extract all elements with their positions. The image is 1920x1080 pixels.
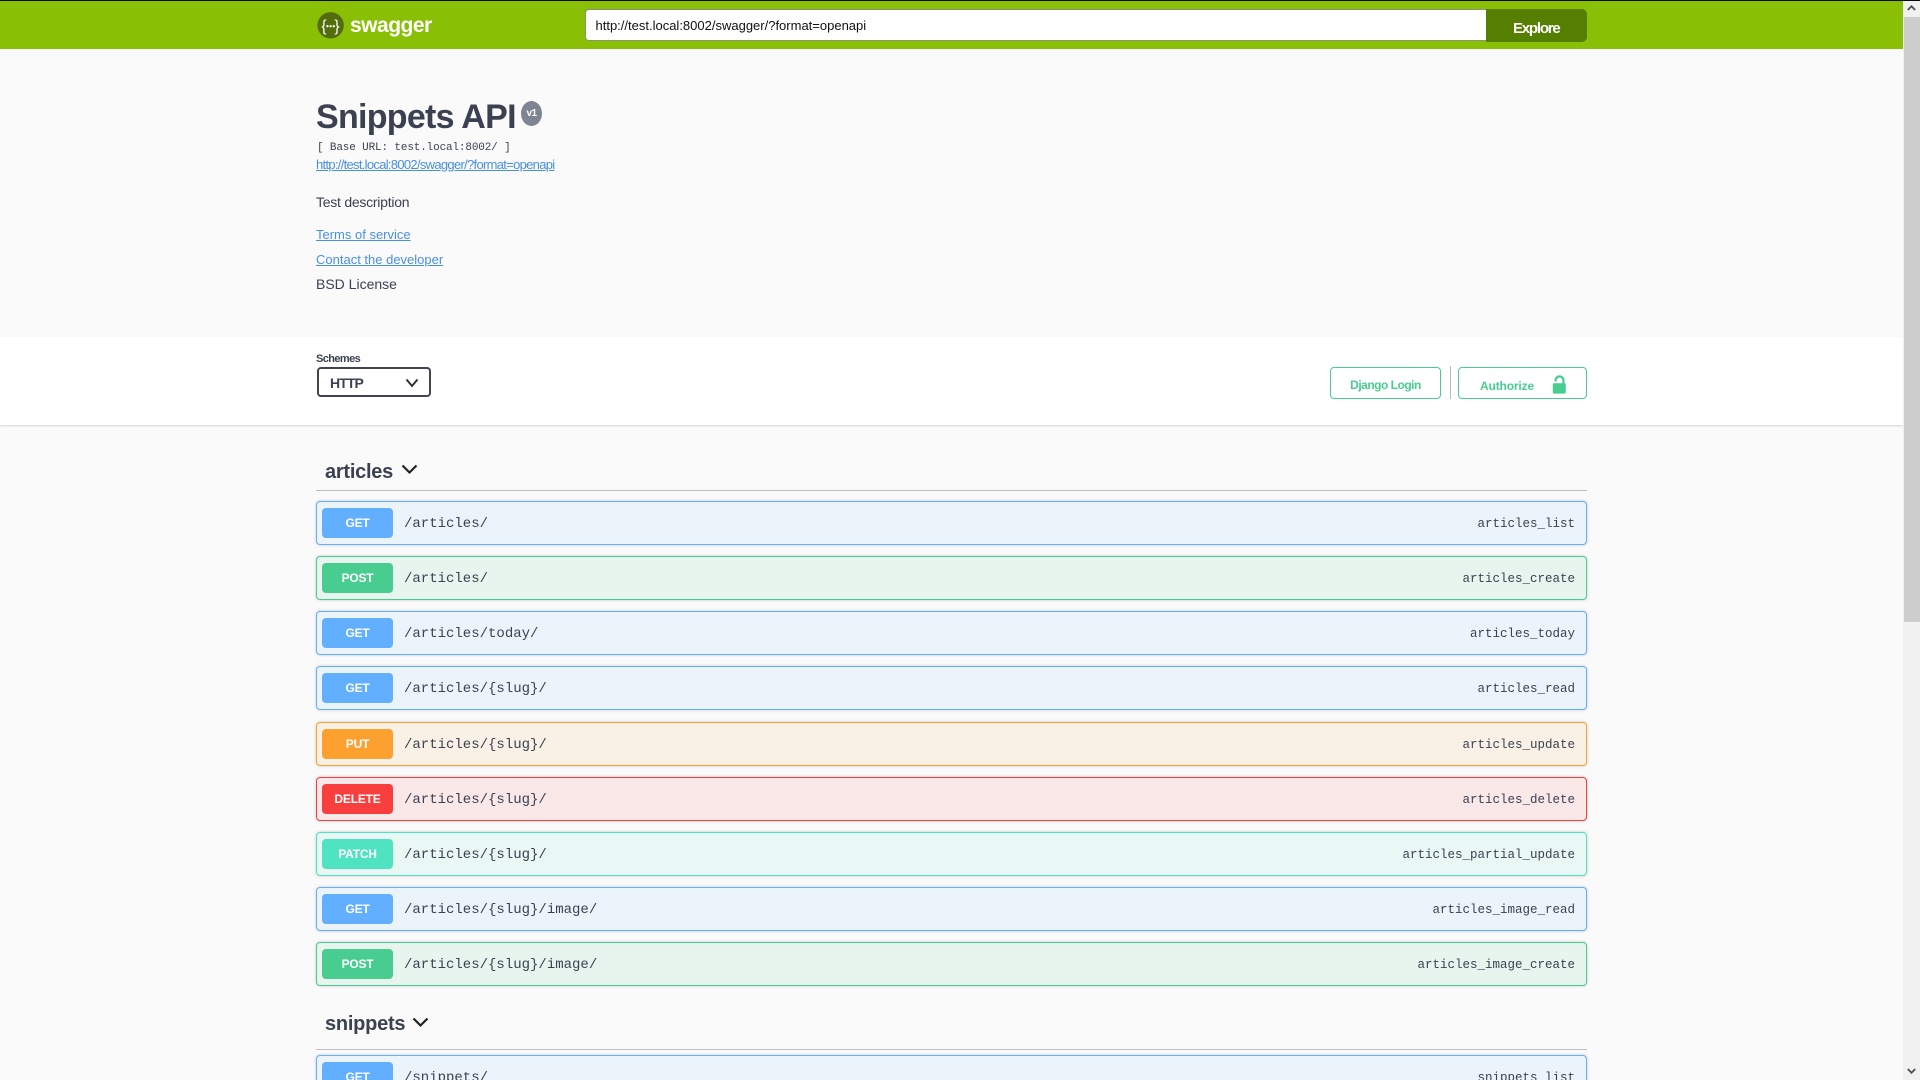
svg-text:{: { bbox=[321, 18, 326, 35]
svg-text:}: } bbox=[334, 18, 339, 35]
